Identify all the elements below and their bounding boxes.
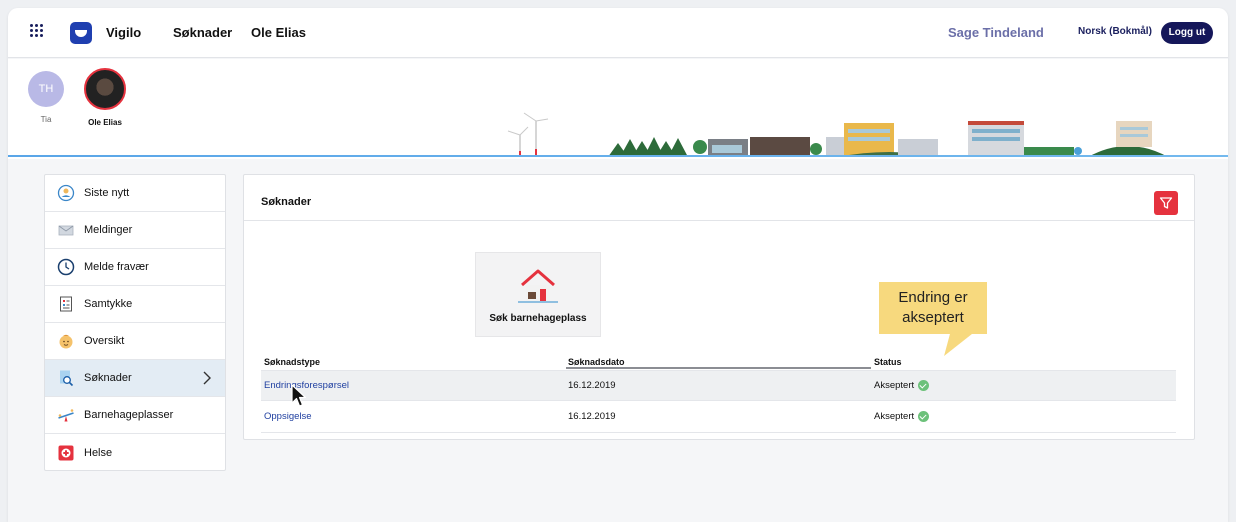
envelope-icon: [57, 221, 75, 239]
clock-icon: [57, 258, 75, 276]
column-header-date[interactable]: Søknadsdato: [568, 357, 625, 367]
application-date: 16.12.2019: [568, 411, 616, 422]
seesaw-icon: [57, 406, 75, 424]
callout-line-1: Endring er: [898, 289, 968, 306]
landscape-ground-line: [8, 155, 1228, 157]
sidebar-item-label: Barnehageplasser: [84, 409, 174, 421]
news-icon: [57, 184, 75, 202]
filter-icon: [1159, 197, 1173, 209]
app-window: Vigilo Søknader Ole Elias Sage Tindeland…: [8, 8, 1228, 522]
application-status: Akseptert: [874, 380, 930, 391]
filter-button[interactable]: [1154, 191, 1178, 215]
avatar-tia: TH: [28, 71, 64, 107]
chevron-right-icon: [203, 371, 211, 385]
sidebar-item-soknader[interactable]: Søknader: [45, 360, 225, 397]
sidebar-item-siste-nytt[interactable]: Siste nytt: [45, 175, 225, 212]
sidebar-item-label: Melde fravær: [84, 261, 149, 273]
avatar-ole-elias: [84, 68, 126, 110]
app-name-link[interactable]: Vigilo: [106, 25, 141, 40]
sidebar-item-label: Helse: [84, 446, 113, 459]
apply-kindergarten-tile[interactable]: Søk barnehageplass: [475, 252, 601, 337]
check-circle-icon: [918, 411, 930, 422]
column-header-status[interactable]: Status: [874, 357, 902, 367]
table-row[interactable]: Endringsforespørsel 16.12.2019 Akseptert: [261, 370, 1176, 401]
panel-title: Søknader: [261, 196, 312, 208]
sidebar-item-label: Oversikt: [84, 335, 125, 347]
callout-line-2: akseptert: [902, 309, 964, 326]
sidebar-item-melde-fravaer[interactable]: Melde fravær: [45, 249, 225, 286]
application-date: 16.12.2019: [568, 380, 616, 391]
sidebar-item-label: Søknader: [84, 372, 132, 384]
health-cross-icon: [57, 444, 75, 462]
vigilo-logo[interactable]: [70, 22, 92, 44]
sidebar-item-label: Samtykke: [84, 298, 133, 310]
sidebar-item-oversikt[interactable]: Oversikt: [45, 323, 225, 360]
checklist-icon: [57, 295, 75, 313]
panel-header-divider: [244, 220, 1194, 221]
application-status: Akseptert: [874, 411, 930, 422]
user-name[interactable]: Sage Tindeland: [948, 25, 1044, 40]
check-circle-icon: [918, 380, 930, 391]
nav-child-link[interactable]: Ole Elias: [251, 25, 306, 40]
sidebar-menu: Siste nytt Meldinger Melde fravær Samtyk…: [44, 174, 226, 471]
sidebar-item-label: Siste nytt: [84, 187, 130, 199]
column-header-type[interactable]: Søknadstype: [264, 357, 320, 367]
application-type-link[interactable]: Oppsigelse: [264, 411, 312, 422]
status-label: Akseptert: [874, 411, 915, 422]
sidebar-item-samtykke[interactable]: Samtykke: [45, 286, 225, 323]
status-callout: Endring er akseptert: [879, 282, 987, 334]
sidebar-item-barnehageplasser[interactable]: Barnehageplasser: [45, 397, 225, 434]
mouse-pointer-icon: [291, 384, 307, 407]
nav-applications-link[interactable]: Søknader: [173, 25, 232, 40]
language-selector[interactable]: Norsk (Bokmål): [1078, 26, 1152, 37]
children-selector: TH Tia Ole Elias: [8, 59, 1228, 159]
tile-label: Søk barnehageplass: [489, 313, 587, 324]
status-label: Akseptert: [874, 380, 915, 391]
town-landscape-illustration: [507, 112, 1168, 157]
applications-panel: Søknader Søk barnehageplass Søknadstype …: [243, 174, 1195, 440]
house-icon: [518, 269, 558, 303]
child-face-icon: [57, 332, 75, 350]
top-bar: Vigilo Søknader Ole Elias Sage Tindeland…: [8, 8, 1228, 58]
sidebar-item-label: Meldinger: [84, 224, 133, 236]
app-grid-icon[interactable]: [30, 24, 44, 38]
table-row[interactable]: Oppsigelse 16.12.2019 Akseptert: [261, 402, 1176, 433]
logout-button[interactable]: Logg ut: [1161, 22, 1213, 44]
sidebar-item-meldinger[interactable]: Meldinger: [45, 212, 225, 249]
sort-indicator: [566, 367, 871, 369]
sidebar-item-helse[interactable]: Helse: [45, 434, 225, 471]
document-search-icon: [57, 369, 75, 387]
